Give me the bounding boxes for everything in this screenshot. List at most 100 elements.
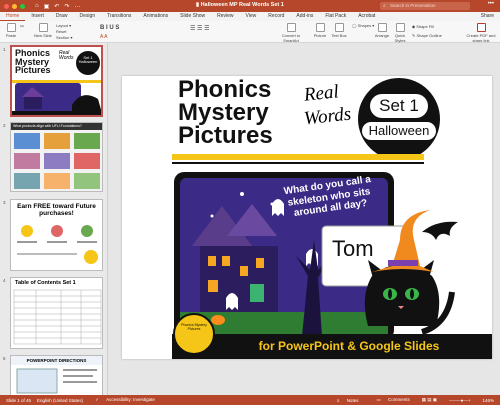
slide-answer-text[interactable]: Tom: [332, 236, 374, 262]
zoom-level[interactable]: 146%: [482, 398, 494, 403]
document-title: ▮ Halloween MP Real Words Set 1: [196, 2, 284, 8]
thumbnail-number: 1: [3, 47, 6, 52]
save-icon[interactable]: ▣: [44, 3, 50, 10]
notes-icon: ≡: [336, 397, 341, 403]
picture-button[interactable]: Picture: [312, 23, 328, 38]
paragraph-controls[interactable]: ☰ ☰ ☰: [190, 25, 209, 32]
tab-acrobat[interactable]: Acrobat: [352, 12, 381, 21]
current-slide[interactable]: Phonics Mystery Pictures Real Words Set …: [122, 76, 492, 359]
shapes-button[interactable]: ◯ Shapes ▾: [352, 23, 374, 28]
section-button[interactable]: Section ▾: [56, 35, 72, 40]
tab-transitions[interactable]: Transitions: [101, 12, 137, 21]
ribbon-tabs: Home Insert Draw Design Transitions Animation…: [0, 12, 500, 21]
search-input[interactable]: ⌕ Search in Presentation: [380, 2, 470, 10]
comments-button[interactable]: ▭ Comments: [370, 397, 409, 403]
slide-thumbnail-panel[interactable]: 1 Phonics Mystery Pictures Real Words Se…: [0, 43, 108, 395]
tab-design[interactable]: Design: [74, 12, 102, 21]
shapes-label: Shapes: [357, 23, 372, 28]
quick-styles-button[interactable]: Quick Styles: [392, 23, 408, 43]
thumbnail-2-title: What products align with UFLI Foundation…: [11, 123, 102, 130]
more-options-icon[interactable]: •••: [488, 1, 494, 7]
tab-review[interactable]: Review: [211, 12, 239, 21]
language-indicator[interactable]: English (United States): [37, 398, 83, 403]
arrange-label: Arrange: [374, 33, 390, 38]
reset-button[interactable]: Reset: [56, 29, 66, 34]
text-box-button[interactable]: Text Box: [330, 23, 348, 38]
more-icon[interactable]: …: [74, 3, 80, 10]
view-buttons[interactable]: ▦ ▤ ▣: [422, 397, 437, 403]
slide-thumbnail-4[interactable]: Table of Contents Set 1: [10, 277, 103, 349]
paste-label: Paste: [5, 33, 17, 38]
thumbnail-1-title: Phonics Mystery Pictures: [15, 49, 51, 75]
thumbnail-4-preview: [13, 289, 102, 345]
arrange-icon: [377, 23, 387, 32]
search-placeholder: Search in Presentation: [390, 3, 436, 8]
thumbnail-5-title: POWERPOINT DIRECTIONS: [11, 356, 102, 365]
slide-thumbnail-2[interactable]: What products align with UFLI Foundation…: [10, 122, 103, 192]
slide-thumbnail-1[interactable]: Phonics Mystery Pictures Real Words Set …: [10, 45, 103, 117]
thumbnail-number: 3: [3, 200, 6, 205]
thumbnail-1-subtitle: Real Words: [59, 50, 74, 61]
smartart-icon: [286, 23, 296, 32]
text-box-label: Text Box: [331, 33, 347, 38]
comments-label: Comments: [387, 397, 410, 402]
undo-icon[interactable]: ↶: [54, 3, 59, 10]
window-controls: [4, 3, 25, 9]
search-icon: ⌕: [383, 3, 386, 9]
tab-flat-pack[interactable]: Flat Pack: [319, 12, 352, 21]
picture-label: Picture: [313, 33, 327, 38]
cut-copy-icons[interactable]: ✂: [20, 24, 24, 30]
new-slide-button[interactable]: New Slide: [34, 23, 52, 38]
layout-button[interactable]: Layout ▾: [56, 23, 71, 28]
tab-insert[interactable]: Insert: [25, 12, 50, 21]
zoom-window-button[interactable]: [20, 3, 25, 9]
shape-outline-button[interactable]: ✎ Shape Outline: [412, 33, 442, 38]
thumbnail-5-preview: [16, 368, 97, 394]
accessibility-indicator[interactable]: ✓ Accessibility: Investigate: [89, 397, 155, 403]
quick-styles-label: Quick Styles: [394, 33, 406, 43]
slide-counter: Slide 1 of 45: [6, 397, 32, 403]
paste-button[interactable]: Paste: [4, 23, 18, 38]
tab-view[interactable]: View: [240, 12, 263, 21]
arrange-button[interactable]: Arrange: [374, 23, 390, 38]
share-button[interactable]: Share: [481, 13, 494, 19]
create-pdf-button[interactable]: Create PDF and share link: [466, 23, 496, 43]
shape-fill-button[interactable]: ◆ Shape Fill: [412, 24, 434, 29]
reset-label: Reset: [56, 29, 67, 34]
document-title-text: Halloween MP Real Words Set 1: [200, 2, 284, 8]
slide-thumbnail-5[interactable]: POWERPOINT DIRECTIONS: [10, 355, 103, 395]
new-slide-icon: [38, 23, 48, 32]
close-window-button[interactable]: [4, 3, 9, 9]
tab-home[interactable]: Home: [0, 12, 26, 21]
title-bar: ⌂ ▣ ↶ ↷ … ▮ Halloween MP Real Words Set …: [0, 0, 500, 12]
zoom-slider[interactable]: −——●—+: [449, 398, 470, 403]
slide-thumbnail-3[interactable]: Earn FREE toward Future purchases!: [10, 199, 103, 271]
thumbnail-1-badge: Set 1 Halloween: [78, 55, 98, 65]
font-color-icons[interactable]: A A: [100, 34, 108, 40]
new-slide-label: New Slide: [34, 33, 53, 38]
comments-icon: ▭: [376, 397, 382, 402]
convert-smartart-button[interactable]: Convert to SmartArt: [276, 23, 306, 43]
tab-draw[interactable]: Draw: [50, 12, 74, 21]
status-bar: Slide 1 of 45 English (United States) ✓ …: [0, 395, 500, 405]
tab-record[interactable]: Record: [262, 12, 290, 21]
tab-animations[interactable]: Animations: [137, 12, 174, 21]
redo-icon[interactable]: ↷: [64, 3, 69, 10]
home-icon[interactable]: ⌂: [35, 3, 39, 10]
notes-button[interactable]: ≡ Notes: [331, 398, 359, 403]
slide-footer-text[interactable]: for PowerPoint & Google Slides: [214, 339, 484, 353]
tab-slide-show[interactable]: Slide Show: [174, 12, 211, 21]
font-controls[interactable]: B I U S: [100, 25, 119, 31]
notes-label: Notes: [346, 397, 359, 403]
text-box-icon: [334, 23, 344, 32]
pdf-icon: [476, 23, 486, 32]
minimize-window-button[interactable]: [12, 3, 17, 9]
tab-add-ins[interactable]: Add-ins: [290, 12, 319, 21]
slide-editing-canvas[interactable]: Phonics Mystery Pictures Real Words Set …: [108, 43, 500, 395]
thumbnail-2-preview: [14, 133, 100, 189]
shape-fill-label: Shape Fill: [416, 24, 434, 29]
create-pdf-label: Create PDF and share link: [466, 33, 496, 43]
accessibility-icon: ✓: [95, 397, 101, 402]
thumbnail-number: 4: [3, 278, 6, 283]
picture-icon: [315, 23, 325, 32]
